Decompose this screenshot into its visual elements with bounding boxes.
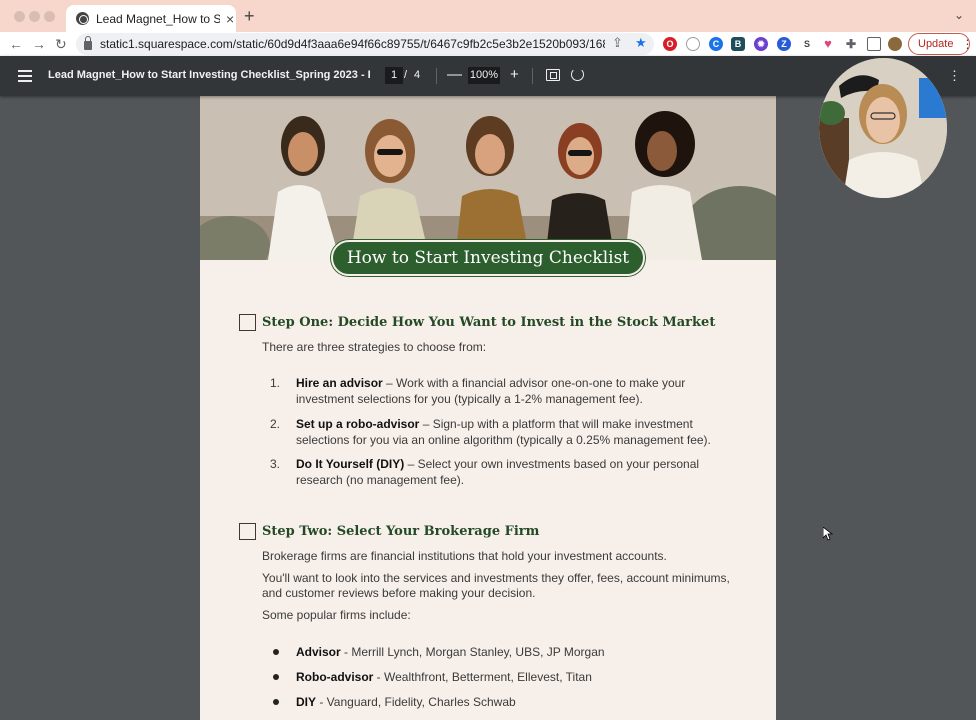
- back-arrow-icon[interactable]: ←: [9, 35, 23, 53]
- item-label: Set up a robo-advisor: [296, 417, 420, 431]
- url-text: static1.squarespace.com/static/60d9d4f3a…: [100, 37, 605, 51]
- step-one-heading: Step One: Decide How You Want to Invest …: [239, 314, 715, 331]
- mouse-cursor-icon: [822, 526, 834, 546]
- heart-extension-icon[interactable]: ♥: [821, 37, 835, 51]
- item-label: Advisor: [296, 645, 341, 659]
- tab-strip: Lead Magnet_How to Start Investing Check…: [0, 0, 976, 32]
- browser-tab-active[interactable]: Lead Magnet_How to Start Investing Check…: [66, 5, 236, 32]
- update-label: Update: [918, 38, 954, 50]
- item-text: - Wealthfront, Betterment, Ellevest, Tit…: [373, 670, 592, 684]
- list-number: 1.: [270, 376, 281, 390]
- list-item: Robo-advisor - Wealthfront, Betterment, …: [296, 669, 726, 685]
- item-label: Robo-advisor: [296, 670, 374, 684]
- item-label: Do It Yourself (DIY): [296, 457, 405, 471]
- s-extension-icon[interactable]: S: [800, 37, 814, 51]
- b-extension-icon[interactable]: B: [731, 37, 745, 51]
- profile-avatar[interactable]: [888, 37, 902, 51]
- update-button[interactable]: Update ⋮: [908, 33, 974, 55]
- reload-icon[interactable]: ↻: [55, 35, 67, 53]
- step-two-checkbox[interactable]: [239, 523, 256, 540]
- page-number-input[interactable]: 1: [385, 67, 403, 84]
- item-label: DIY: [296, 695, 317, 709]
- item-text: - Merrill Lynch, Morgan Stanley, UBS, JP…: [340, 645, 605, 659]
- list-item: Set up a robo-advisor – Sign-up with a p…: [296, 416, 726, 448]
- webcam-overlay: [819, 58, 947, 198]
- zoom-out-button[interactable]: —: [447, 66, 462, 84]
- share-icon[interactable]: ⇪: [612, 35, 623, 51]
- step-two-paragraph: You'll want to look into the services an…: [262, 571, 730, 600]
- lock-icon: [84, 36, 92, 50]
- bullet-dot: [273, 699, 279, 705]
- list-item: Advisor - Merrill Lynch, Morgan Stanley,…: [296, 644, 726, 660]
- list-item: Do It Yourself (DIY) – Select your own i…: [296, 456, 726, 488]
- list-item: Hire an advisor – Work with a financial …: [296, 375, 726, 407]
- close-tab-icon[interactable]: ×: [226, 12, 234, 26]
- list-number: 2.: [270, 417, 281, 431]
- globe-icon: [76, 12, 89, 25]
- step-two-heading: Step Two: Select Your Brokerage Firm: [239, 523, 539, 540]
- list-number: 3.: [270, 457, 281, 471]
- window-zoom-button[interactable]: [44, 11, 55, 22]
- gear-extension-icon[interactable]: ✹: [754, 37, 768, 51]
- step-two-title: Step Two: Select Your Brokerage Firm: [262, 524, 540, 539]
- menu-hamburger-icon[interactable]: [18, 70, 32, 82]
- header-photo-women: [200, 96, 776, 260]
- list-item: DIY - Vanguard, Fidelity, Charles Schwab: [296, 694, 726, 710]
- window-close-button[interactable]: [14, 11, 25, 22]
- step-two-paragraph: Brokerage firms are financial institutio…: [262, 549, 667, 563]
- zoom-level-input[interactable]: 100%: [468, 67, 500, 84]
- address-bar[interactable]: static1.squarespace.com/static/60d9d4f3a…: [76, 33, 654, 55]
- checklist-title: How to Start Investing Checklist: [346, 248, 630, 268]
- circle-extension-icon[interactable]: C: [709, 37, 723, 51]
- step-one-intro: There are three strategies to choose fro…: [262, 340, 487, 354]
- tab-title: Lead Magnet_How to Start Investing Check…: [96, 11, 220, 26]
- page-total: 4: [414, 69, 421, 81]
- step-one-title: Step One: Decide How You Want to Invest …: [262, 315, 716, 330]
- toolbar-divider: [532, 68, 533, 84]
- z-extension-icon[interactable]: Z: [777, 37, 791, 51]
- bookmark-star-icon[interactable]: ★: [635, 35, 647, 51]
- window-minimize-button[interactable]: [29, 11, 40, 22]
- pdf-title: Lead Magnet_How to Start Investing Check…: [48, 69, 370, 81]
- forward-arrow-icon[interactable]: →: [32, 35, 46, 53]
- puzzle-extensions-icon[interactable]: ✚: [844, 37, 858, 51]
- rotate-icon[interactable]: [571, 68, 584, 81]
- new-tab-button[interactable]: +: [244, 7, 255, 25]
- browser-toolbar: ← → ↻ static1.squarespace.com/static/60d…: [0, 32, 976, 56]
- step-one-checkbox[interactable]: [239, 314, 256, 331]
- bullet-dot: [273, 674, 279, 680]
- more-vertical-icon: ⋮: [961, 37, 974, 51]
- fit-to-page-icon[interactable]: [546, 69, 560, 81]
- side-panel-icon[interactable]: [867, 37, 881, 51]
- zoom-in-button[interactable]: +: [510, 66, 519, 84]
- page-separator: /: [404, 69, 408, 81]
- step-two-paragraph: Some popular firms include:: [262, 608, 411, 622]
- checklist-title-banner: How to Start Investing Checklist: [331, 240, 645, 276]
- chat-extension-icon[interactable]: [686, 37, 700, 51]
- more-options-icon[interactable]: ⋮: [948, 67, 961, 84]
- item-text: - Vanguard, Fidelity, Charles Schwab: [316, 695, 516, 709]
- item-label: Hire an advisor: [296, 376, 383, 390]
- tab-search-chevron-icon[interactable]: ⌄: [954, 8, 964, 22]
- toolbar-divider: [436, 68, 437, 84]
- bullet-dot: [273, 649, 279, 655]
- pdf-page: How to Start Investing Checklist Step On…: [200, 96, 776, 720]
- opera-extension-icon[interactable]: O: [663, 37, 677, 51]
